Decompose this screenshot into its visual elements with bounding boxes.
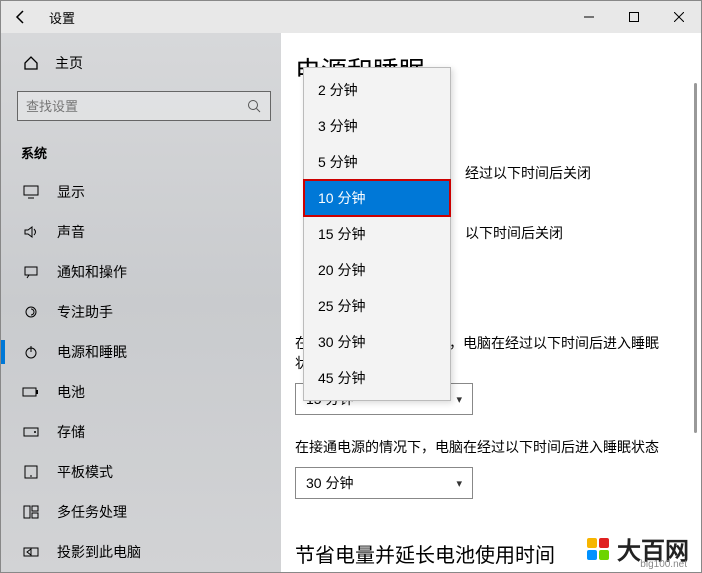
nav-label: 通知和操作 <box>57 262 127 282</box>
power-icon <box>21 344 41 360</box>
nav-label: 电源和睡眠 <box>57 342 127 362</box>
window-title: 设置 <box>49 8 75 27</box>
nav-storage[interactable]: 存储 <box>17 412 271 452</box>
project-icon <box>21 545 41 559</box>
screen-battery-label: 经过以下时间后关闭 <box>465 163 661 183</box>
watermark-sub: big100.net <box>640 559 687 570</box>
battery-icon <box>21 386 41 398</box>
storage-icon <box>21 426 41 438</box>
nav-project[interactable]: 投影到此电脑 <box>17 532 271 572</box>
sound-icon <box>21 225 41 239</box>
dropdown-option[interactable]: 3 分钟 <box>304 108 450 144</box>
window-controls <box>566 1 701 33</box>
close-button[interactable] <box>656 1 701 33</box>
nav-label: 显示 <box>57 182 85 202</box>
nav-label: 声音 <box>57 222 85 242</box>
search-icon <box>246 98 262 114</box>
nav-notifications[interactable]: 通知和操作 <box>17 252 271 292</box>
nav-sound[interactable]: 声音 <box>17 212 271 252</box>
dropdown-option[interactable]: 15 分钟 <box>304 216 450 252</box>
nav-label: 投影到此电脑 <box>57 542 141 562</box>
combo-value: 30 分钟 <box>306 473 353 493</box>
chevron-down-icon: ▾ <box>456 477 462 490</box>
chevron-down-icon: ▾ <box>456 393 462 406</box>
nav-power-sleep[interactable]: 电源和睡眠 <box>17 332 271 372</box>
nav-label: 多任务处理 <box>57 502 127 522</box>
nav-label: 平板模式 <box>57 462 113 482</box>
display-icon <box>21 185 41 199</box>
nav-label: 电池 <box>57 382 85 402</box>
nav-battery[interactable]: 电池 <box>17 372 271 412</box>
dropdown-option[interactable]: 10 分钟 <box>304 180 450 216</box>
home-nav[interactable]: 主页 <box>17 45 271 81</box>
home-label: 主页 <box>55 53 83 73</box>
tablet-icon <box>21 465 41 479</box>
nav-multitask[interactable]: 多任务处理 <box>17 492 271 532</box>
scrollbar[interactable] <box>694 83 697 433</box>
dropdown-option[interactable]: 20 分钟 <box>304 252 450 288</box>
nav-label: 存储 <box>57 422 85 442</box>
dropdown-option[interactable]: 2 分钟 <box>304 72 450 108</box>
nav-label: 专注助手 <box>57 302 113 322</box>
maximize-button[interactable] <box>611 1 656 33</box>
dropdown-option[interactable]: 5 分钟 <box>304 144 450 180</box>
sleep-plugged-label: 在接通电源的情况下，电脑在经过以下时间后进入睡眠状态 <box>295 437 661 457</box>
nav-tablet-mode[interactable]: 平板模式 <box>17 452 271 492</box>
notifications-icon <box>21 265 41 279</box>
sleep-plugged-combo[interactable]: 30 分钟 ▾ <box>295 467 473 499</box>
time-dropdown: 2 分钟3 分钟5 分钟10 分钟15 分钟20 分钟25 分钟30 分钟45 … <box>303 67 451 401</box>
titlebar: 设置 <box>1 1 701 33</box>
nav-focus-assist[interactable]: 专注助手 <box>17 292 271 332</box>
sidebar: 主页 系统 显示 声音 通知和操作 <box>1 33 281 572</box>
nav-list: 显示 声音 通知和操作 专注助手 电源和睡眠 <box>17 172 271 572</box>
dropdown-option[interactable]: 30 分钟 <box>304 324 450 360</box>
minimize-button[interactable] <box>566 1 611 33</box>
home-icon <box>21 55 41 71</box>
dropdown-option[interactable]: 45 分钟 <box>304 360 450 396</box>
multitask-icon <box>21 505 41 519</box>
focus-icon <box>21 304 41 320</box>
back-button[interactable] <box>11 7 31 27</box>
section-label: 系统 <box>17 137 271 172</box>
search-box[interactable] <box>17 91 271 121</box>
dropdown-option[interactable]: 25 分钟 <box>304 288 450 324</box>
nav-display[interactable]: 显示 <box>17 172 271 212</box>
watermark: 大百网 big100.net <box>581 529 695 568</box>
watermark-logo-icon <box>587 538 609 560</box>
search-input[interactable] <box>26 99 246 114</box>
screen-plugged-label: 以下时间后关闭 <box>465 223 661 243</box>
